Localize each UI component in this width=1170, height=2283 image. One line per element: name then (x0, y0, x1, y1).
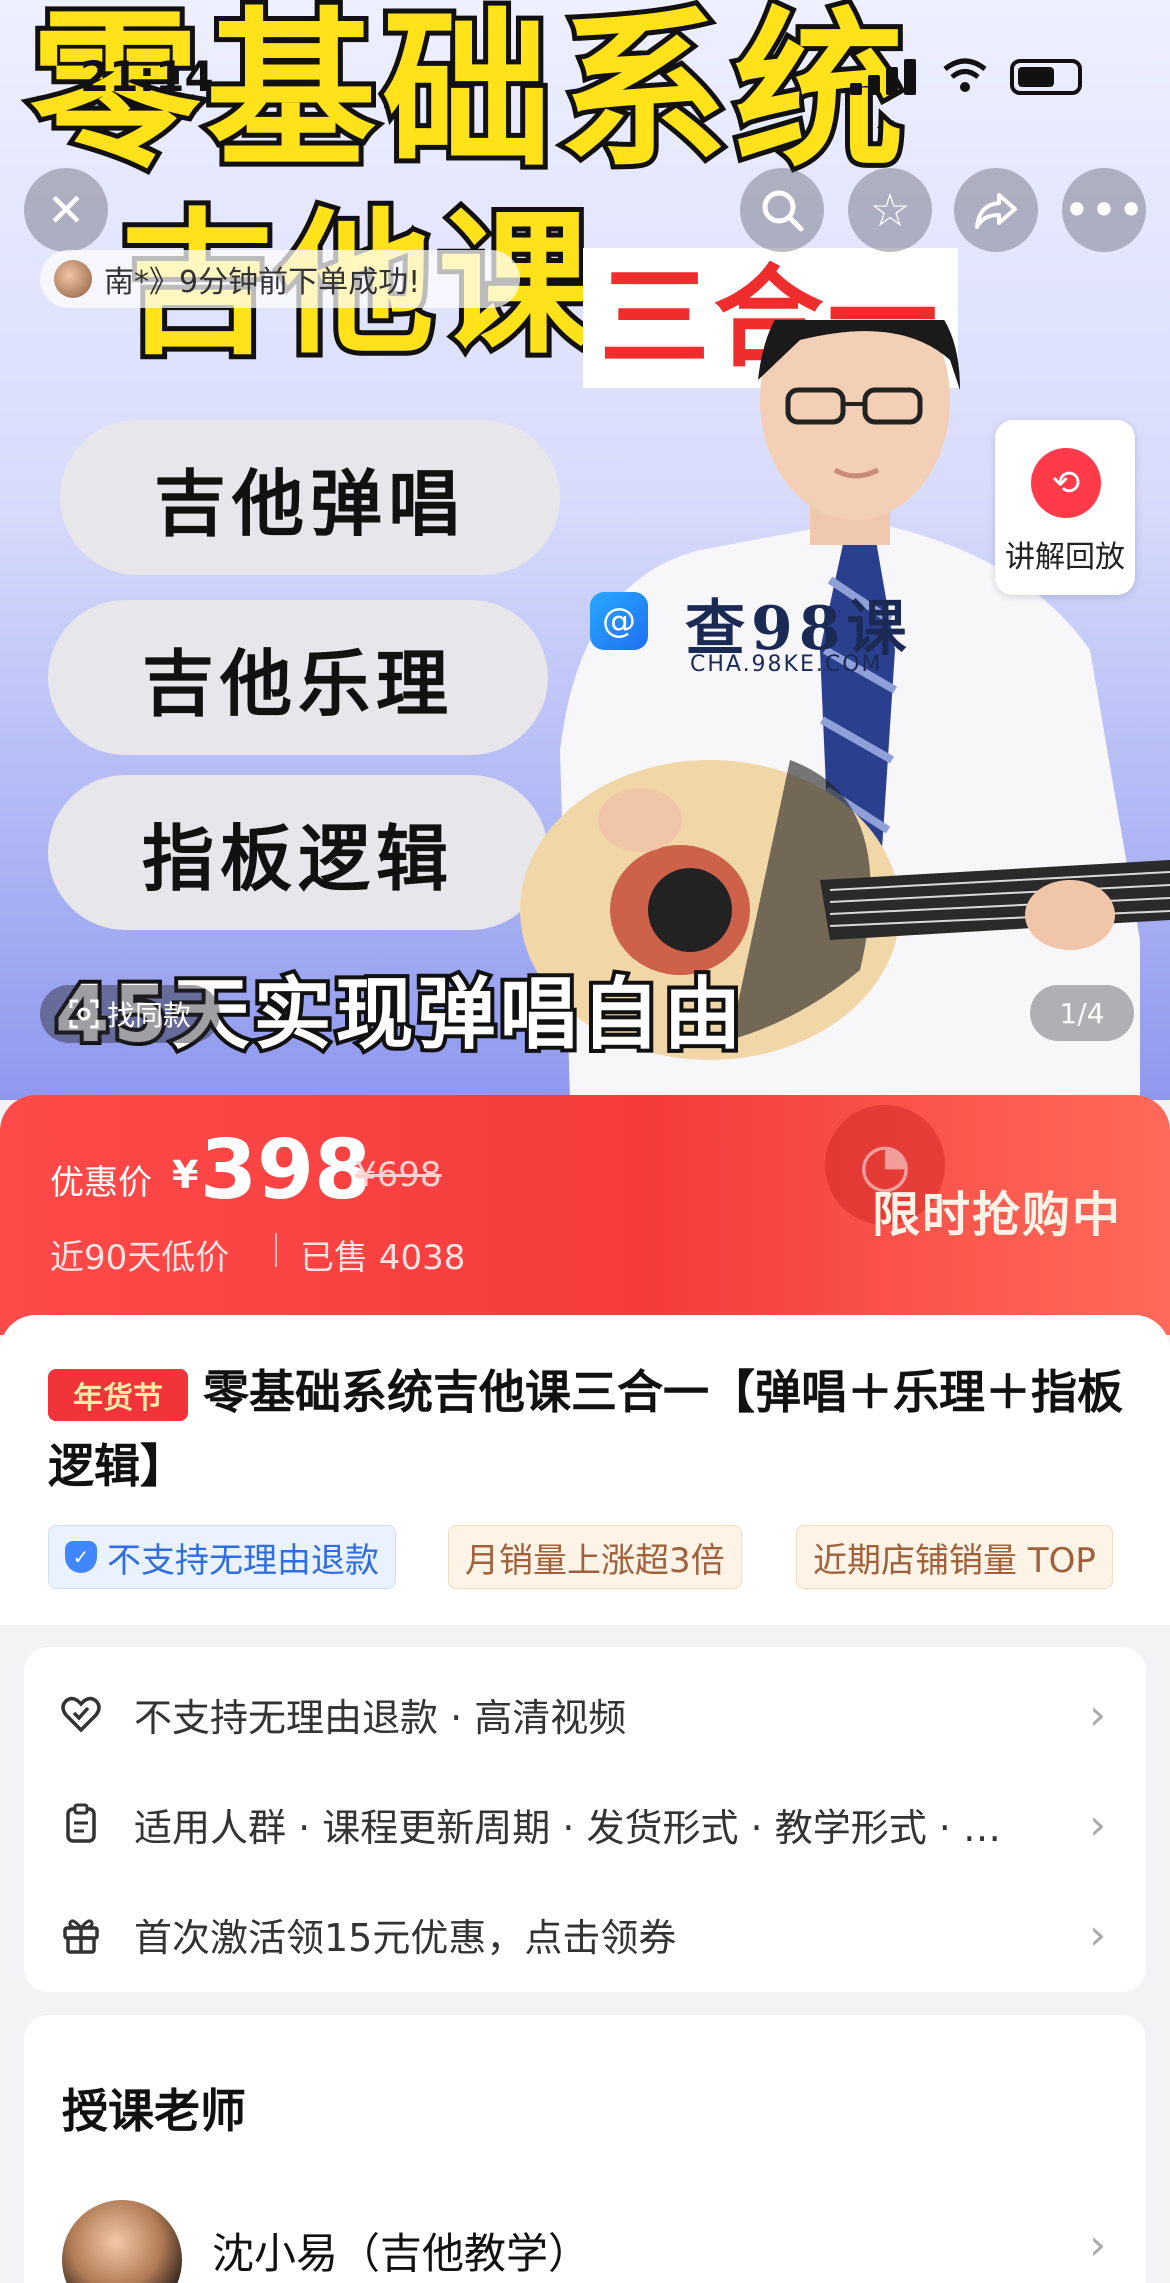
flash-sale-label: 限时抢购中 (872, 1187, 1123, 1243)
info-row-coupon[interactable]: 首次激活领15元优惠，点击领券 › (24, 1879, 1146, 1989)
battery-icon (1010, 59, 1082, 95)
wifi-icon (943, 58, 987, 92)
status-time: 21:14 (80, 52, 214, 101)
buyer-avatar (54, 260, 92, 298)
chip-store-top[interactable]: 近期店铺销量 TOP (796, 1525, 1113, 1589)
low-price-note: 近90天低价 (50, 1238, 230, 1278)
chevron-right-icon: › (1089, 1909, 1106, 1959)
teacher-card: 授课老师 沈小易（吉他教学） › (24, 2015, 1146, 2283)
chevron-right-icon: › (1089, 1689, 1106, 1739)
watermark-logo-icon: @ (590, 592, 648, 650)
find-same-button[interactable]: 找同款 (40, 985, 220, 1043)
sold-count: 已售 4038 (300, 1238, 466, 1278)
heart-shield-icon (61, 1696, 101, 1733)
teacher-heading: 授课老师 (62, 2084, 246, 2138)
chip-sales-growth[interactable]: 月销量上涨超3倍 (448, 1525, 742, 1589)
info-row-text: 首次激活领15元优惠，点击领券 (134, 1915, 677, 1960)
scan-icon (69, 999, 99, 1029)
feature-bubble-2: 吉他乐理 (48, 600, 548, 755)
product-title: 零基础系统吉他课三合一【弹唱＋乐理＋指板逻辑】 (48, 1365, 1123, 1493)
signal-icon (904, 59, 916, 95)
signal-icon (886, 67, 898, 95)
search-button[interactable] (740, 168, 824, 252)
close-icon: ✕ (46, 183, 86, 237)
chip-label: 近期店铺销量 TOP (813, 1540, 1096, 1581)
more-button[interactable]: ••• (1062, 168, 1146, 252)
star-icon: ☆ (869, 183, 911, 237)
teacher-name[interactable]: 沈小易（吉他教学） (212, 2220, 590, 2281)
info-row-service[interactable]: 不支持无理由退款 · 高清视频 › (24, 1659, 1146, 1769)
order-toast: 南*》9分钟前下单成功! (40, 250, 520, 308)
chip-refund-policy[interactable]: ✓ 不支持无理由退款 (48, 1525, 396, 1589)
chip-label: 月销量上涨超3倍 (465, 1540, 725, 1581)
chevron-right-icon: › (1089, 1799, 1106, 1849)
find-same-label: 找同款 (106, 999, 191, 1032)
product-detail: 年货节 零基础系统吉他课三合一【弹唱＋乐理＋指板逻辑】 ✓ 不支持无理由退款 月… (0, 1315, 1170, 2283)
carousel-page-indicator: 1/4 (1030, 985, 1134, 1041)
share-icon (975, 193, 1017, 229)
service-info-card: 不支持无理由退款 · 高清视频 › 适用人群 · 课程更新周期 · 发货形式 ·… (24, 1647, 1146, 1992)
watermark-url: CHA.98KE.COM (690, 652, 883, 677)
info-row-text: 不支持无理由退款 · 高清视频 (134, 1695, 627, 1740)
chip-label: 不支持无理由退款 (107, 1540, 379, 1581)
more-icon: ••• (1063, 183, 1145, 237)
favorite-button[interactable]: ☆ (848, 168, 932, 252)
share-button[interactable] (954, 168, 1038, 252)
shield-check-icon: ✓ (65, 1541, 97, 1573)
status-icons (850, 55, 1100, 95)
original-price: ¥698 (355, 1155, 442, 1195)
info-row-params[interactable]: 适用人群 · 课程更新周期 · 发货形式 · 教学形式 · … › (24, 1769, 1146, 1879)
signal-icon (850, 83, 862, 95)
chevron-right-icon[interactable]: › (1089, 2220, 1106, 2269)
feature-bubble-1: 吉他弹唱 (60, 420, 560, 575)
price-value: 398 (200, 1123, 372, 1218)
product-chips: ✓ 不支持无理由退款 月销量上涨超3倍 近期店铺销量 TOP (48, 1525, 1170, 1591)
feature-bubble-3: 指板逻辑 (48, 775, 548, 930)
price-banner: 优惠价 ¥ 398 ¥698 近90天低价 已售 4038 ◔ 限时抢购中 (0, 1095, 1170, 1335)
info-row-text: 适用人群 · 课程更新周期 · 发货形式 · 教学形式 · … (134, 1805, 1001, 1850)
gift-icon (63, 1919, 99, 1954)
replay-button[interactable]: ⟲ 讲解回放 (995, 420, 1135, 595)
product-image-carousel[interactable]: 零基础系统 吉他课 三合一 21:14 ✕ ☆ ••• (0, 0, 1170, 1100)
price-label: 优惠价 (50, 1163, 152, 1203)
teacher-avatar[interactable] (62, 2200, 182, 2283)
search-icon (762, 190, 804, 232)
order-toast-text: 南*》9分钟前下单成功! (104, 265, 421, 300)
price-currency: ¥ (172, 1153, 199, 1197)
replay-icon: ⟲ (1031, 448, 1101, 518)
close-button[interactable]: ✕ (24, 168, 108, 252)
replay-label: 讲解回放 (1005, 540, 1125, 575)
divider (275, 1233, 277, 1267)
signal-icon (868, 75, 880, 95)
clipboard-icon (66, 1803, 96, 1843)
title-block: 年货节 零基础系统吉他课三合一【弹唱＋乐理＋指板逻辑】 ✓ 不支持无理由退款 月… (0, 1315, 1170, 1625)
